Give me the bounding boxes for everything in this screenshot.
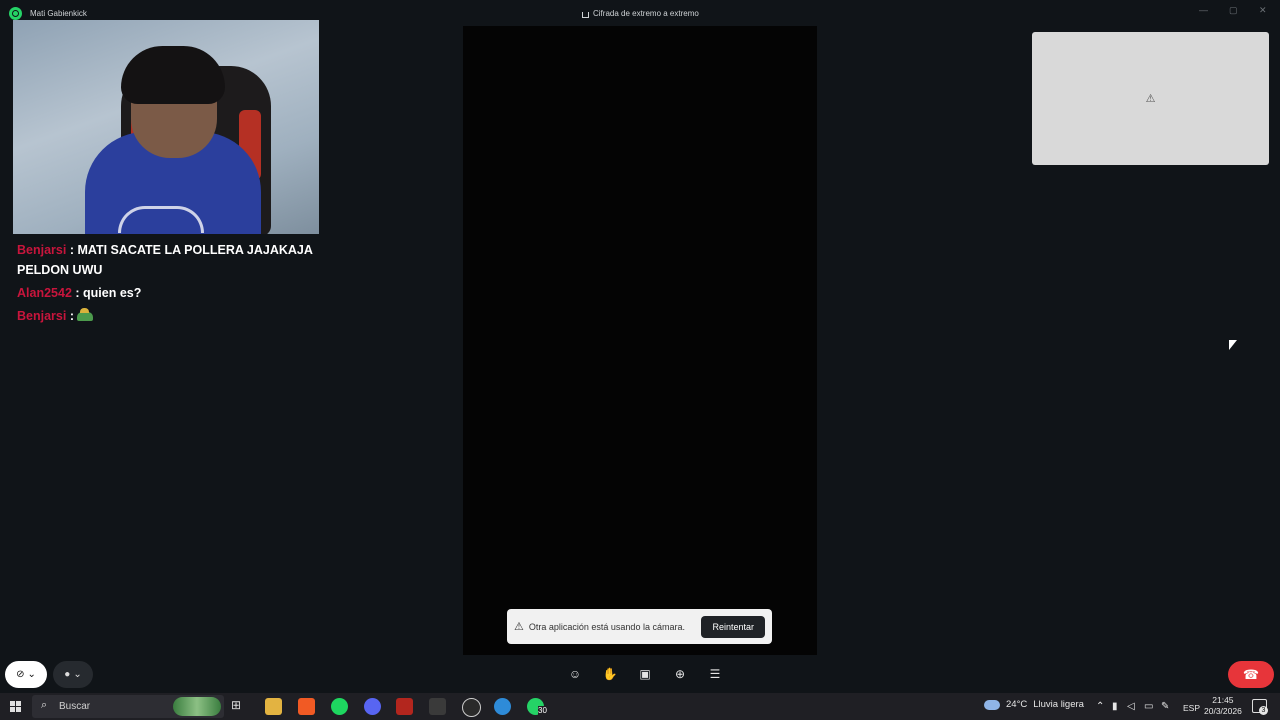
emoji-icon[interactable]: ☺ [566, 665, 584, 683]
stream-webcam-image [13, 20, 319, 234]
camera-in-use-toast: ⚠ Otra aplicación está usando la cámara.… [507, 609, 772, 644]
chat-text: quien es? [83, 286, 142, 300]
brave-icon[interactable] [298, 698, 315, 715]
search-input[interactable]: Buscar [59, 701, 90, 712]
network-icon[interactable]: ▭ [1144, 701, 1153, 712]
hang-up-icon: ☎ [1242, 666, 1260, 682]
lock-icon [582, 11, 589, 18]
mic-icon: ● [64, 669, 71, 680]
screen-share-icon[interactable]: ▣ [636, 665, 654, 683]
toast-message: Otra aplicación está usando la cámara. [528, 621, 685, 632]
spotify-icon[interactable] [331, 698, 348, 715]
rain-cloud-icon [984, 699, 1000, 710]
camera-toggle-button[interactable]: ⊘ ⌄ [5, 661, 47, 688]
weather-temp: 24°C [1006, 699, 1028, 710]
browser-c-icon[interactable] [494, 698, 511, 715]
chat-message: Benjarsi : MATI SACATE LA POLLERA JAJAKA… [17, 243, 313, 277]
chat-username: Benjarsi [17, 243, 67, 257]
microphone-toggle-button[interactable]: ● ⌄ [53, 661, 93, 688]
speaker-icon[interactable]: ◁ [1127, 701, 1135, 712]
file-explorer-icon[interactable] [265, 698, 282, 715]
window-title: Mati Gabienkick [30, 9, 87, 18]
warning-icon: ⚠ [1145, 93, 1156, 105]
chevron-up-icon[interactable]: ⌃ [1096, 701, 1104, 712]
taskbar-search[interactable]: ⌕ Buscar [32, 695, 224, 718]
search-highlight-image [173, 697, 221, 716]
search-icon: ⌕ [41, 699, 48, 711]
car-emoji-icon [77, 308, 94, 322]
mic-tray-icon[interactable]: ▮ [1112, 701, 1118, 712]
chat-message: Benjarsi : [17, 306, 317, 326]
encryption-label: Cifrada de extremo a extremo [593, 9, 699, 18]
stream-chat: Benjarsi : MATI SACATE LA POLLERA JAJAKA… [17, 240, 317, 329]
media-app-icon[interactable] [429, 698, 446, 715]
task-view-icon[interactable]: ⊞ [231, 698, 248, 715]
system-clock[interactable]: 21:45 20/3/2026 [1204, 695, 1242, 717]
retry-button[interactable]: Reintentar [701, 615, 765, 638]
minimize-button[interactable]: — [1199, 5, 1208, 15]
chat-username: Benjarsi [17, 309, 67, 323]
clock-time: 21:45 [1212, 695, 1234, 705]
encryption-notice: Cifrada de extremo a extremo [582, 9, 699, 18]
raise-hand-icon[interactable]: ✋ [601, 665, 619, 683]
self-view-pip[interactable]: ⚠ [1032, 32, 1269, 165]
language-indicator[interactable]: ESP [1183, 703, 1200, 713]
call-toolbar: ☺ ✋ ▣ ⊕ ☰ [566, 665, 724, 683]
chevron-down-icon[interactable]: ⌄ [28, 669, 36, 680]
warning-icon: ⚠ [514, 621, 524, 633]
windows-taskbar: ⌕ Buscar ⊞ [0, 693, 1280, 720]
close-button[interactable]: ✕ [1259, 5, 1267, 16]
whatsapp-logo-icon [9, 7, 22, 20]
chat-message: Alan2542 : quien es? [17, 286, 142, 300]
weather-widget[interactable]: 24°C Lluvia ligera [984, 699, 1084, 710]
notification-count: 3 [1259, 706, 1268, 715]
voicemeeter-icon[interactable] [396, 698, 413, 715]
mouse-cursor-icon [1229, 340, 1237, 350]
whatsapp-badge: 30 [538, 706, 547, 715]
end-call-button[interactable]: ☎ [1228, 661, 1274, 688]
clock-date: 20/3/2026 [1204, 706, 1242, 716]
weather-condition: Lluvia ligera [1033, 699, 1084, 710]
video-off-icon: ⊘ [16, 669, 25, 680]
chevron-down-icon[interactable]: ⌄ [73, 669, 81, 680]
start-button[interactable] [10, 701, 21, 712]
more-options-icon[interactable]: ☰ [706, 665, 724, 683]
maximize-button[interactable]: ▢ [1229, 5, 1238, 16]
discord-icon[interactable] [364, 698, 381, 715]
pen-icon[interactable]: ✎ [1161, 701, 1169, 712]
remote-video [463, 26, 817, 655]
chat-username: Alan2542 [17, 286, 72, 300]
obs-icon[interactable] [462, 698, 481, 717]
add-participant-icon[interactable]: ⊕ [671, 665, 689, 683]
